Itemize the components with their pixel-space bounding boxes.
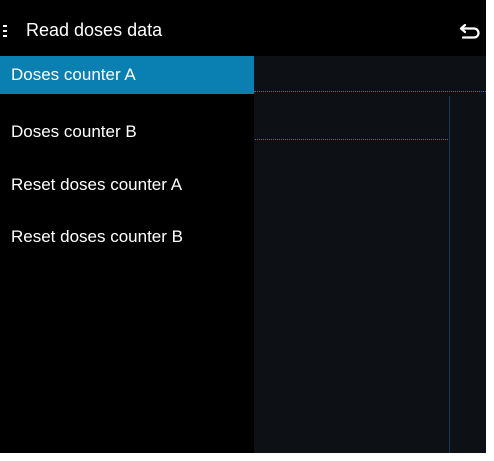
menu-icon[interactable]: [3, 25, 7, 37]
menu-item-label: Doses counter B: [11, 122, 137, 141]
menu-item-reset-doses-counter-a[interactable]: Reset doses counter A: [0, 166, 254, 204]
back-arrow-icon[interactable]: [459, 22, 481, 40]
menu-item-doses-counter-a[interactable]: Doses counter A: [0, 56, 254, 94]
guide-line-vertical: [449, 96, 450, 453]
page-title: Read doses data: [26, 20, 163, 40]
app-bar: Read doses data: [0, 0, 486, 56]
detail-pane: [254, 56, 486, 453]
screen: Read doses data Doses counter A Doses co…: [0, 0, 486, 453]
menu-item-label: Reset doses counter B: [11, 227, 183, 246]
content-area: Doses counter A Doses counter B Reset do…: [0, 56, 486, 453]
menu-item-label: Doses counter A: [11, 65, 136, 84]
menu-item-doses-counter-b[interactable]: Doses counter B: [0, 113, 254, 151]
menu-item-label: Reset doses counter A: [11, 175, 183, 194]
navigation-drawer: Doses counter A Doses counter B Reset do…: [0, 56, 254, 453]
guide-line-a: [254, 91, 486, 92]
menu-item-reset-doses-counter-b[interactable]: Reset doses counter B: [0, 218, 254, 256]
